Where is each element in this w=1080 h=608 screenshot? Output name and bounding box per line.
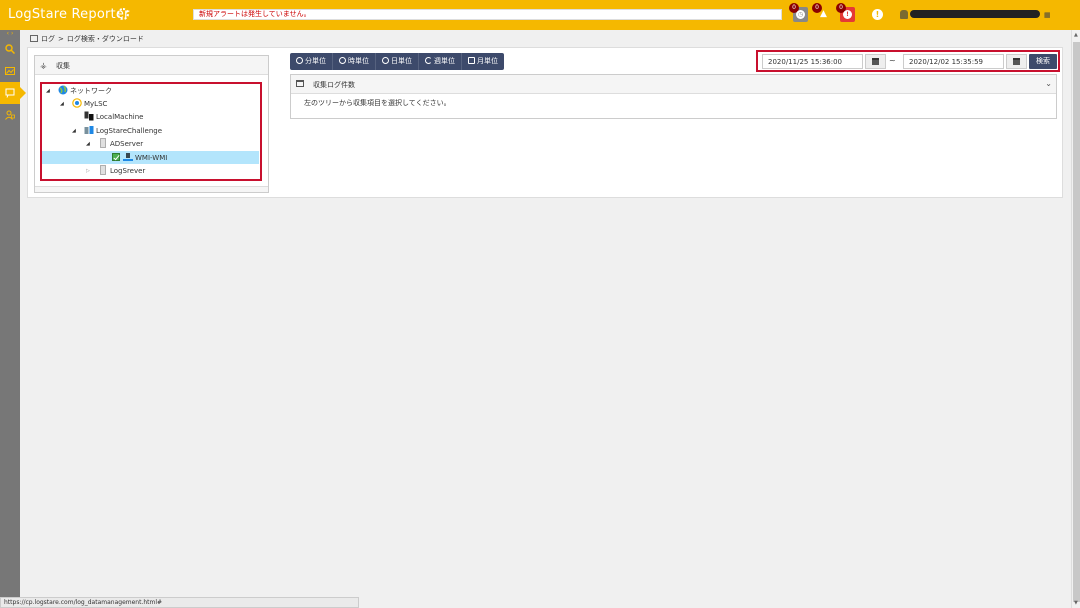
scroll-down-icon[interactable]: ▼: [1074, 600, 1078, 606]
user-email-redacted[interactable]: [910, 10, 1040, 18]
spinner-icon: [117, 8, 129, 20]
breadcrumb-root[interactable]: ログ: [41, 35, 55, 43]
week-unit-button[interactable]: 週単位: [419, 53, 462, 70]
tree-panel-title: 収集: [56, 62, 70, 70]
sidebar-item-user-settings[interactable]: [0, 104, 20, 126]
month-unit-button[interactable]: 月単位: [462, 53, 504, 70]
vertical-scrollbar[interactable]: ▲ ▼: [1071, 30, 1080, 608]
breadcrumb: ログ > ログ検索・ダウンロード: [30, 34, 144, 44]
calendar-icon: [468, 57, 475, 64]
sidebar: ‹ ›: [0, 30, 26, 608]
time-unit-button-group: 分単位 時単位 日単位 週単位 月単位: [290, 53, 504, 70]
warning-notification-button[interactable]: 0 ▲: [812, 3, 831, 22]
clock-icon: [339, 57, 346, 64]
table-icon: [296, 80, 304, 87]
sidebar-item-search[interactable]: [0, 38, 20, 60]
scroll-up-icon[interactable]: ▲: [1074, 32, 1078, 38]
minute-unit-button[interactable]: 分単位: [290, 53, 333, 70]
tree-panel-header: ⚶ 収集: [35, 56, 268, 75]
circle-icon: [382, 57, 389, 64]
search-icon: [5, 44, 15, 54]
info-notification-button[interactable]: 0 ◷: [789, 3, 808, 22]
user-icon: [900, 10, 908, 19]
button-label: 月単位: [477, 57, 498, 65]
button-label: 日単位: [391, 57, 412, 65]
date-annotation-box: [756, 50, 1060, 72]
button-label: 分単位: [305, 57, 326, 65]
result-message: 左のツリーから収集項目を選択してください。: [304, 99, 451, 107]
clock-icon: [296, 57, 303, 64]
scroll-thumb[interactable]: [1073, 42, 1080, 602]
hour-unit-button[interactable]: 時単位: [333, 53, 376, 70]
sidebar-collapse-icon[interactable]: ‹ ›: [0, 30, 20, 37]
breadcrumb-current: ログ検索・ダウンロード: [66, 35, 144, 43]
button-label: 週単位: [434, 57, 455, 65]
help-icon[interactable]: !: [872, 9, 883, 20]
button-label: 時単位: [348, 57, 369, 65]
alert-message[interactable]: 新規アラートは発生していません。: [193, 9, 782, 20]
sidebar-item-report[interactable]: [0, 60, 20, 82]
image-icon: [5, 67, 15, 75]
chevron-down-icon[interactable]: ⌄: [1045, 79, 1052, 88]
error-icon: !: [843, 10, 852, 19]
user-settings-icon: [5, 110, 15, 120]
warning-icon: ▲: [820, 9, 827, 19]
app-title[interactable]: LogStare Reporter: [8, 7, 130, 22]
breadcrumb-separator: >: [58, 35, 64, 43]
tree-panel-footer: [35, 186, 268, 192]
result-panel: 収集ログ件数 ⌄ 左のツリーから収集項目を選択してください。: [290, 74, 1057, 119]
page-icon: [30, 35, 38, 42]
result-panel-title: 収集ログ件数: [313, 81, 355, 89]
result-panel-header[interactable]: 収集ログ件数 ⌄: [291, 75, 1056, 94]
error-notification-button[interactable]: 0 !: [836, 3, 855, 22]
top-bar: LogStare Reporter 新規アラートは発生していません。 0 ◷ 0…: [0, 0, 1080, 30]
user-menu-icon[interactable]: ▦: [1044, 11, 1051, 19]
clock-icon: ◷: [796, 10, 805, 19]
moon-icon: [425, 57, 432, 64]
log-icon: [5, 88, 15, 98]
tree-annotation-box: [40, 82, 262, 181]
sidebar-item-log[interactable]: [0, 82, 26, 104]
status-bar-url: https://cp.logstare.com/log_datamanageme…: [0, 597, 359, 608]
day-unit-button[interactable]: 日単位: [376, 53, 419, 70]
sitemap-icon: ⚶: [40, 61, 47, 70]
